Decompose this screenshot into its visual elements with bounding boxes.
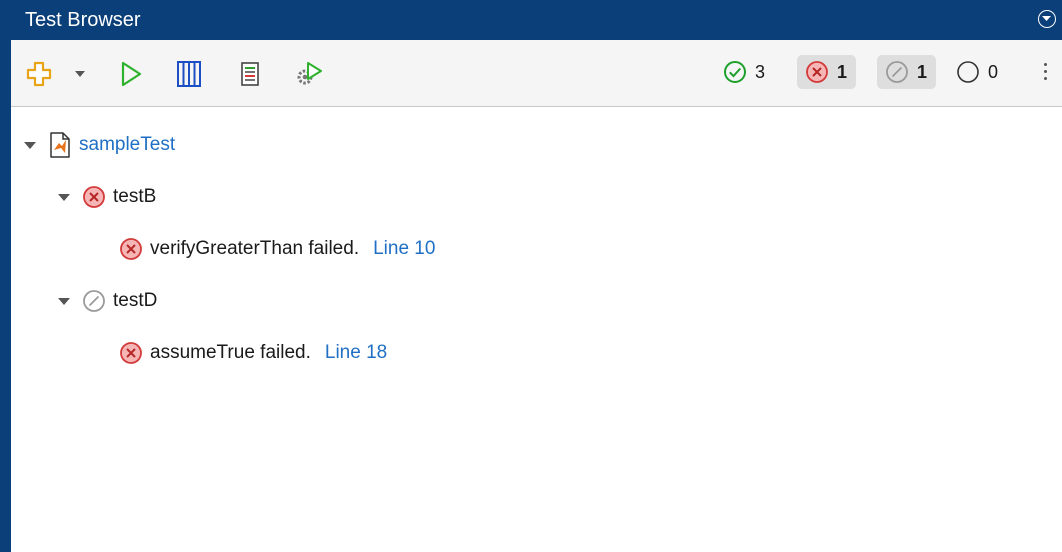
incomplete-count: 1 xyxy=(917,61,928,82)
run-parallel-button[interactable] xyxy=(174,57,204,91)
filter-incomplete[interactable]: 1 xyxy=(877,55,937,89)
test-name: testB xyxy=(113,186,157,207)
matlab-file-icon xyxy=(48,132,72,158)
title-bar: Test Browser xyxy=(11,0,1062,40)
tree-node-diagnostic: verifyGreaterThan failed. Line 10 xyxy=(119,232,435,266)
test-file-link[interactable]: sampleTest xyxy=(79,134,175,156)
filter-not-run[interactable]: 0 xyxy=(948,55,1007,89)
run-tests-button[interactable] xyxy=(116,57,146,91)
add-tests-dropdown[interactable] xyxy=(70,57,90,91)
not-run-count: 0 xyxy=(988,61,999,82)
expand-caret-icon[interactable] xyxy=(58,297,70,305)
line-link[interactable]: Line 18 xyxy=(325,342,387,364)
test-browser-panel: Test Browser 3 1 1 0 sampleTest testB ve… xyxy=(0,0,1062,552)
plus-icon xyxy=(26,61,52,87)
report-icon xyxy=(241,62,259,86)
parallel-columns-icon xyxy=(177,61,201,87)
failed-x-icon xyxy=(119,341,143,365)
tree-node-diagnostic: assumeTrue failed. Line 18 xyxy=(119,336,387,370)
passed-count: 3 xyxy=(755,61,766,82)
generate-report-button[interactable] xyxy=(235,57,265,91)
expand-caret-icon[interactable] xyxy=(58,193,70,201)
expand-caret-icon[interactable] xyxy=(24,141,36,149)
diagnostic-message: assumeTrue failed. xyxy=(150,342,311,363)
kebab-dot xyxy=(1043,63,1047,66)
failed-x-icon xyxy=(806,61,828,83)
line-link[interactable]: Line 10 xyxy=(373,238,435,260)
failed-count: 1 xyxy=(837,61,848,82)
tree-node-test[interactable]: testB xyxy=(58,180,156,214)
test-tree: sampleTest testB verifyGreaterThan faile… xyxy=(11,108,1062,552)
play-icon xyxy=(121,61,142,87)
tree-node-file[interactable]: sampleTest xyxy=(24,128,175,162)
caret-down-icon xyxy=(75,71,85,77)
panel-menu-button[interactable] xyxy=(1038,10,1056,28)
gear-play-icon xyxy=(297,62,322,85)
failed-x-icon xyxy=(82,185,106,209)
chevron-down-icon xyxy=(1042,16,1051,21)
incomplete-slash-icon xyxy=(886,61,908,83)
kebab-dot xyxy=(1043,70,1047,73)
kebab-dot xyxy=(1043,77,1047,80)
more-options-button[interactable] xyxy=(1040,59,1050,87)
tree-node-test[interactable]: testD xyxy=(58,284,157,318)
diagnostic-message: verifyGreaterThan failed. xyxy=(150,238,360,259)
filter-passed[interactable]: 3 xyxy=(715,55,774,89)
run-settings-button[interactable] xyxy=(292,57,326,91)
toolbar: 3 1 1 0 xyxy=(11,40,1062,107)
passed-check-icon xyxy=(724,61,746,83)
not-run-circle-icon xyxy=(957,61,979,83)
filter-failed[interactable]: 1 xyxy=(797,55,857,89)
failed-x-icon xyxy=(119,237,143,261)
test-name: testD xyxy=(113,290,158,311)
panel-title: Test Browser xyxy=(25,9,141,31)
panel-left-edge xyxy=(0,0,11,552)
incomplete-slash-icon xyxy=(82,289,106,313)
add-tests-button[interactable] xyxy=(22,57,56,91)
